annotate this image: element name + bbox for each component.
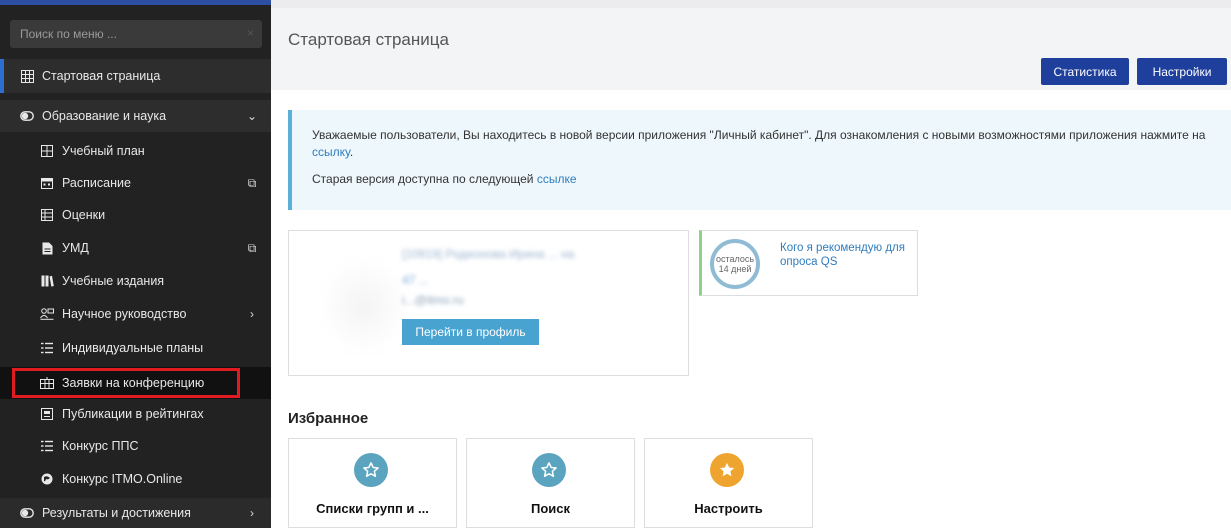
toggle-icon <box>20 109 34 123</box>
sidebar-item-label: Учебные издания <box>62 274 165 288</box>
conference-icon <box>40 376 54 390</box>
favorite-label: Списки групп и ... <box>316 501 429 516</box>
publication-icon <box>40 407 54 421</box>
star-icon <box>532 453 566 487</box>
sidebar-item-supervision[interactable]: Научное руководство › <box>0 298 271 330</box>
sidebar-item-label: Конкурс ППС <box>62 439 139 453</box>
favorite-card-configure[interactable]: Настроить <box>644 438 813 528</box>
sidebar-item-label: Стартовая страница <box>42 69 161 83</box>
sidebar-item-schedule[interactable]: Расписание ⧉ <box>0 167 271 199</box>
notice-paragraph-2: Старая версия доступна по следующей ссыл… <box>312 171 1211 188</box>
sidebar-item-umd[interactable]: УМД ⧉ <box>0 232 271 264</box>
supervisor-icon <box>40 307 54 321</box>
sidebar-item-curriculum[interactable]: Учебный план <box>0 135 271 167</box>
sidebar-item-start-page[interactable]: Стартовая страница <box>0 59 271 93</box>
qs-survey-card[interactable]: осталось 14 дней Кого я рекомендую для о… <box>699 230 918 296</box>
favorites-title: Избранное <box>288 410 369 427</box>
globe-icon <box>40 472 54 486</box>
sidebar-item-label: Индивидуальные планы <box>62 341 204 355</box>
new-version-link[interactable]: ссылку <box>312 145 350 159</box>
sidebar-section-results[interactable]: Результаты и достижения › <box>0 498 271 528</box>
qs-survey-link[interactable]: Кого я рекомендую для опроса QS <box>780 241 915 269</box>
sidebar-item-grades[interactable]: Оценки <box>0 199 271 231</box>
sidebar-item-label: Заявки на конференцию <box>62 376 205 390</box>
notice-period: . <box>349 145 354 159</box>
sidebar-top-accent <box>0 0 271 5</box>
chevron-right-icon[interactable]: › <box>243 307 261 321</box>
books-icon <box>40 274 54 288</box>
profile-name: [10919] Родионова Ирина ... на <box>402 247 575 261</box>
toggle-icon <box>20 506 34 520</box>
profile-email: i...@itmo.ru <box>402 293 464 307</box>
profile-photo <box>319 256 409 356</box>
notice-paragraph-1: Уважаемые пользователи, Вы находитесь в … <box>312 127 1211 161</box>
calendar-icon <box>40 176 54 190</box>
menu-search-input[interactable] <box>10 20 262 48</box>
sidebar-item-conference-requests[interactable]: Заявки на конференцию <box>0 367 271 399</box>
page-header: Стартовая страница Статистика Настройки <box>271 0 1231 90</box>
sidebar-item-label: Научное руководство <box>62 307 187 321</box>
external-link-icon[interactable]: ⧉ <box>243 176 261 191</box>
notice-text: Старая версия доступна по следующей <box>312 172 534 186</box>
sidebar-item-label: Расписание <box>62 176 131 190</box>
favorite-card-search[interactable]: Поиск <box>466 438 635 528</box>
favorite-label: Поиск <box>530 501 570 516</box>
settings-button[interactable]: Настройки <box>1137 58 1227 85</box>
favorite-label: Настроить <box>694 501 763 516</box>
sidebar-item-label: Образование и наука <box>42 109 167 123</box>
table-icon <box>40 208 54 222</box>
menu-search-box[interactable]: × <box>10 20 262 48</box>
go-to-profile-button[interactable]: Перейти в профиль <box>402 319 539 345</box>
favorite-card-group-lists[interactable]: Списки групп и ... <box>288 438 457 528</box>
remaining-label: осталось <box>715 254 755 264</box>
profile-meta: 47 ... <box>402 273 429 287</box>
clear-icon[interactable]: × <box>247 26 254 40</box>
info-notice: Уважаемые пользователи, Вы находитесь в … <box>288 110 1231 210</box>
chevron-down-icon[interactable]: ⌄ <box>243 109 261 123</box>
list-icon <box>40 439 54 453</box>
sidebar-item-individual-plans[interactable]: Индивидуальные планы <box>0 332 271 364</box>
document-icon <box>40 241 54 255</box>
sidebar-item-label: Результаты и достижения <box>42 506 191 520</box>
sidebar-item-label: УМД <box>62 241 89 255</box>
page-title: Стартовая страница <box>288 30 449 49</box>
sidebar-item-label: Оценки <box>62 208 106 222</box>
sidebar-item-label: Конкурс ITMO.Online <box>62 472 183 486</box>
sidebar: × Стартовая страница Образование и наука… <box>0 0 271 528</box>
sidebar-item-publications[interactable]: Учебные издания <box>0 265 271 297</box>
sidebar-item-label: Публикации в рейтингах <box>62 407 204 421</box>
notice-text: Уважаемые пользователи, Вы находитесь в … <box>312 128 1206 142</box>
grid-icon <box>20 69 34 83</box>
external-link-icon[interactable]: ⧉ <box>243 241 261 256</box>
statistics-button[interactable]: Статистика <box>1041 58 1129 85</box>
main-content: Стартовая страница Статистика Настройки … <box>271 0 1231 528</box>
sidebar-item-pps-contest[interactable]: Конкурс ППС <box>0 430 271 462</box>
star-icon <box>354 453 388 487</box>
sidebar-section-education[interactable]: Образование и наука ⌄ <box>0 100 271 132</box>
star-icon <box>710 453 744 487</box>
sidebar-item-rating-publications[interactable]: Публикации в рейтингах <box>0 398 271 430</box>
list-icon <box>40 341 54 355</box>
sidebar-item-label: Учебный план <box>62 144 145 158</box>
old-version-link[interactable]: ссылке <box>537 172 577 186</box>
days-remaining-ring: осталось 14 дней <box>710 239 760 289</box>
profile-card: [10919] Родионова Ирина ... на 47 ... i.… <box>288 230 689 376</box>
remaining-days: 14 дней <box>718 264 752 274</box>
chevron-right-icon[interactable]: › <box>243 506 261 520</box>
grid-icon <box>40 144 54 158</box>
sidebar-item-itmo-online-contest[interactable]: Конкурс ITMO.Online <box>0 463 271 495</box>
